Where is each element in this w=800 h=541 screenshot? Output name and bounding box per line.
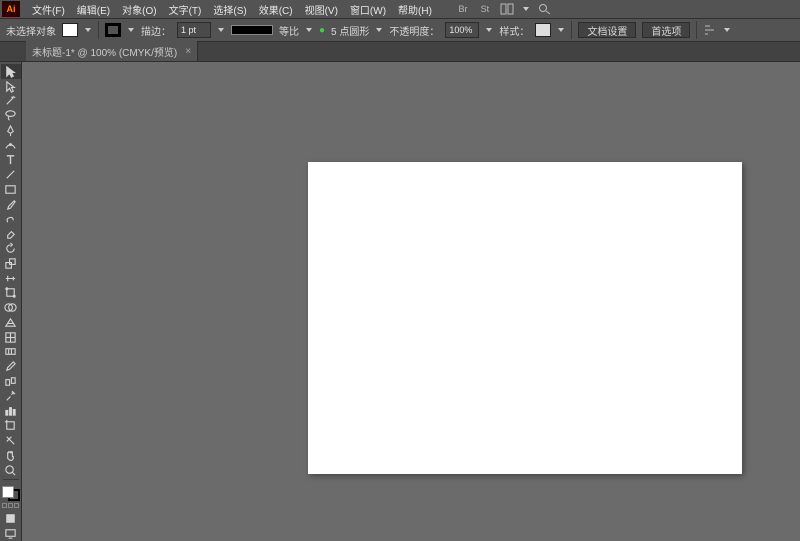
menu-edit[interactable]: 编辑(E) <box>71 0 116 19</box>
eraser-tool[interactable] <box>1 226 21 241</box>
document-tab-bar: 未标题-1* @ 100% (CMYK/预览) × <box>0 42 800 62</box>
uniform-dropdown-icon[interactable] <box>305 26 313 34</box>
canvas-area[interactable] <box>22 62 800 541</box>
document-tab[interactable]: 未标题-1* @ 100% (CMYK/预览) × <box>26 41 198 61</box>
direct-selection-tool[interactable] <box>1 79 21 94</box>
line-tool[interactable] <box>1 167 21 182</box>
menu-effect[interactable]: 效果(C) <box>253 0 299 19</box>
document-setup-button[interactable]: 文档设置 <box>578 22 636 38</box>
fill-color-icon[interactable] <box>2 486 14 498</box>
menu-type[interactable]: 文字(T) <box>163 0 208 19</box>
stock-icon[interactable]: St <box>478 3 492 15</box>
arrange-dropdown-icon[interactable] <box>522 5 530 13</box>
opacity-field[interactable]: 100% <box>445 22 479 38</box>
artboard[interactable] <box>308 162 742 474</box>
stroke-dropdown-icon[interactable] <box>127 26 135 34</box>
shape-builder-tool[interactable] <box>1 300 21 315</box>
document-tab-title: 未标题-1* @ 100% (CMYK/预览) <box>32 44 177 59</box>
main-area: « <box>0 62 800 541</box>
stroke-profile-preview[interactable] <box>231 25 273 35</box>
gradient-tool[interactable] <box>1 345 21 360</box>
screen-mode-button[interactable] <box>1 526 21 541</box>
eyedropper-tool[interactable] <box>1 359 21 374</box>
draw-mode-normal[interactable] <box>1 511 21 526</box>
tools-panel <box>0 62 22 541</box>
lasso-tool[interactable] <box>1 108 21 123</box>
separator <box>98 21 99 39</box>
menu-object[interactable]: 对象(O) <box>116 0 162 19</box>
stroke-weight-dropdown-icon[interactable] <box>217 26 225 34</box>
width-tool[interactable] <box>1 271 21 286</box>
type-tool[interactable] <box>1 153 21 168</box>
curvature-tool[interactable] <box>1 138 21 153</box>
stroke-swatch[interactable] <box>105 23 121 37</box>
tool-separator <box>3 479 19 480</box>
arrange-docs-icon[interactable] <box>500 3 514 15</box>
scale-tool[interactable] <box>1 256 21 271</box>
menu-window[interactable]: 窗口(W) <box>344 0 392 19</box>
align-icon[interactable] <box>703 24 717 36</box>
close-tab-icon[interactable]: × <box>185 46 191 57</box>
perspective-grid-tool[interactable] <box>1 315 21 330</box>
slice-tool[interactable] <box>1 433 21 448</box>
magic-wand-tool[interactable] <box>1 94 21 109</box>
fill-dropdown-icon[interactable] <box>84 26 92 34</box>
zoom-tool[interactable] <box>1 463 21 478</box>
brush-bullet-icon: ● <box>319 25 325 36</box>
paintbrush-tool[interactable] <box>1 197 21 212</box>
options-bar: 未选择对象 描边： 1 pt 等比 ● 5 点圆形 不透明度： 100% 样式：… <box>0 18 800 42</box>
workspace-switcher: Br St <box>456 3 552 15</box>
bridge-icon[interactable]: Br <box>456 3 470 15</box>
mesh-tool[interactable] <box>1 330 21 345</box>
style-dropdown-icon[interactable] <box>557 26 565 34</box>
rotate-tool[interactable] <box>1 241 21 256</box>
stroke-label: 描边： <box>141 23 171 38</box>
separator <box>696 21 697 39</box>
menu-file[interactable]: 文件(F) <box>26 0 71 19</box>
blend-tool[interactable] <box>1 374 21 389</box>
menu-view[interactable]: 视图(V) <box>299 0 344 19</box>
search-icon[interactable] <box>538 3 552 15</box>
artboard-tool[interactable] <box>1 418 21 433</box>
stroke-weight-field[interactable]: 1 pt <box>177 22 211 38</box>
brush-profile-label: 5 点圆形 <box>331 23 369 38</box>
align-dropdown-icon[interactable] <box>723 26 731 34</box>
preferences-button[interactable]: 首选项 <box>642 22 690 38</box>
style-label: 样式： <box>499 23 529 38</box>
opacity-label: 不透明度： <box>389 23 439 38</box>
no-selection-label: 未选择对象 <box>6 23 56 38</box>
symbol-sprayer-tool[interactable] <box>1 389 21 404</box>
uniform-label: 等比 <box>279 23 299 38</box>
opacity-dropdown-icon[interactable] <box>485 26 493 34</box>
separator <box>571 21 572 39</box>
style-swatch[interactable] <box>535 23 551 37</box>
free-transform-tool[interactable] <box>1 285 21 300</box>
pen-tool[interactable] <box>1 123 21 138</box>
rectangle-tool[interactable] <box>1 182 21 197</box>
selection-tool[interactable] <box>1 64 21 79</box>
fill-swatch[interactable] <box>62 23 78 37</box>
shaper-tool[interactable] <box>1 212 21 227</box>
app-logo: Ai <box>2 1 20 17</box>
color-mode-buttons[interactable] <box>2 503 20 511</box>
fill-stroke-control[interactable] <box>2 486 20 501</box>
menu-help[interactable]: 帮助(H) <box>392 0 438 19</box>
brush-dropdown-icon[interactable] <box>375 26 383 34</box>
hand-tool[interactable] <box>1 448 21 463</box>
menu-bar: Ai 文件(F) 编辑(E) 对象(O) 文字(T) 选择(S) 效果(C) 视… <box>0 0 800 18</box>
menu-select[interactable]: 选择(S) <box>207 0 252 19</box>
column-graph-tool[interactable] <box>1 404 21 419</box>
